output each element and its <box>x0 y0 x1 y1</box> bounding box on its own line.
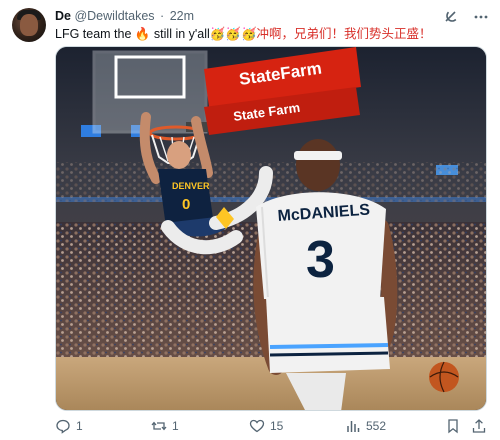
like-button[interactable]: 15 <box>249 416 283 436</box>
separator-dot: · <box>160 9 165 23</box>
basketball <box>429 362 459 392</box>
bookmark-button[interactable] <box>445 416 461 436</box>
nuggets-jersey-team: DENVER <box>172 181 210 191</box>
avatar[interactable] <box>12 8 46 42</box>
tweet-emoji: 🥳🥳🥳 <box>209 27 257 41</box>
tweet-text-chinese: 冲啊，兄弟们！我们势头正盛！ <box>256 27 432 41</box>
bookmark-icon <box>448 419 458 434</box>
heart-icon <box>249 419 265 433</box>
views-button[interactable]: 552 <box>345 416 386 436</box>
more-icon[interactable] <box>472 8 490 26</box>
avatar-face <box>20 14 38 36</box>
repost-count: 1 <box>172 419 179 433</box>
user-handle[interactable]: @Dewildtakes <box>74 9 154 23</box>
grok-icon[interactable] <box>442 8 460 26</box>
repost-icon <box>151 421 167 431</box>
share-button[interactable] <box>471 416 487 436</box>
repost-button[interactable]: 1 <box>151 416 179 436</box>
jersey-number: 3 <box>306 231 335 289</box>
reply-icon <box>56 419 70 434</box>
tweet-text: LFG team the 🔥 still in y'all🥳🥳🥳冲啊，兄弟们！我… <box>55 26 432 42</box>
tweet-media-image[interactable]: StateFarm State Farm DENVER 0 McDANIELS … <box>55 46 487 411</box>
reply-count: 1 <box>76 419 83 433</box>
action-bar: 1 1 15 552 <box>55 416 487 436</box>
like-count: 15 <box>270 419 284 433</box>
tweet-text-english: LFG team the 🔥 still in y'all <box>55 27 210 41</box>
timestamp[interactable]: 22m <box>170 9 194 23</box>
header-actions <box>442 8 490 26</box>
views-icon <box>347 421 360 432</box>
reply-button[interactable]: 1 <box>55 416 83 436</box>
nuggets-jersey-number: 0 <box>182 196 190 213</box>
share-icon <box>472 419 486 433</box>
tweet-card[interactable]: De @Dewildtakes · 22m LFG team the 🔥 sti… <box>0 0 500 440</box>
display-name[interactable]: De <box>55 9 71 23</box>
tweet-header: De @Dewildtakes · 22m <box>55 9 194 24</box>
views-count: 552 <box>366 419 387 433</box>
